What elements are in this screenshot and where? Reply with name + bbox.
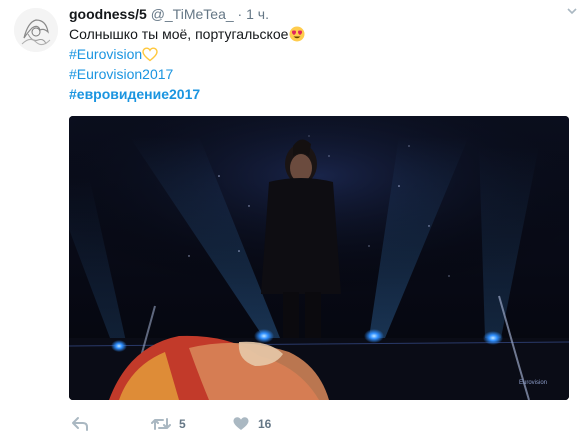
hashtag-line-2: #Eurovision2017 [69,66,173,82]
tweet-text: Солнышко ты моё, португальское [69,26,305,42]
heart-eyes-emoji-icon [289,26,305,42]
yellow-heart-emoji-icon [142,47,158,62]
tweet-timestamp[interactable]: 1 ч. [246,6,269,22]
heart-icon [233,417,249,430]
media-watermark: Eurovision [519,380,547,386]
retweet-icon [151,418,171,430]
tweet-text-body: Солнышко ты моё, португальское [69,26,289,42]
avatar[interactable] [14,8,58,52]
tweet-actions: 5 16 [69,414,329,434]
author-name[interactable]: goodness/5 [69,6,147,22]
separator-dot: · [237,6,243,22]
reply-arrow-icon [72,417,88,431]
hashtag-line-1: #Eurovision [69,46,158,62]
tweet-header: goodness/5 @_TiMeTea_ · 1 ч. [69,6,269,22]
tweet-media-image[interactable]: Eurovision [69,116,569,400]
retweet-count: 5 [179,417,186,431]
like-button[interactable]: 16 [232,414,271,434]
hashtag-evrovidenie2017[interactable]: #евровидение2017 [69,86,200,102]
like-count: 16 [258,417,272,431]
concert-stage-photo: Eurovision [69,116,569,400]
reply-button[interactable] [71,414,89,434]
tweet-card[interactable]: goodness/5 @_TiMeTea_ · 1 ч. Солнышко ты… [0,0,585,437]
hashtag-eurovision2017[interactable]: #Eurovision2017 [69,66,173,82]
hashtag-eurovision[interactable]: #Eurovision [69,46,142,62]
retweet-button[interactable]: 5 [151,414,186,434]
author-handle[interactable]: @_TiMeTea_ [151,6,234,22]
more-options-caret-icon[interactable] [566,4,578,16]
avatar-sketch-icon [14,8,58,52]
hashtag-line-3: #евровидение2017 [69,86,200,102]
